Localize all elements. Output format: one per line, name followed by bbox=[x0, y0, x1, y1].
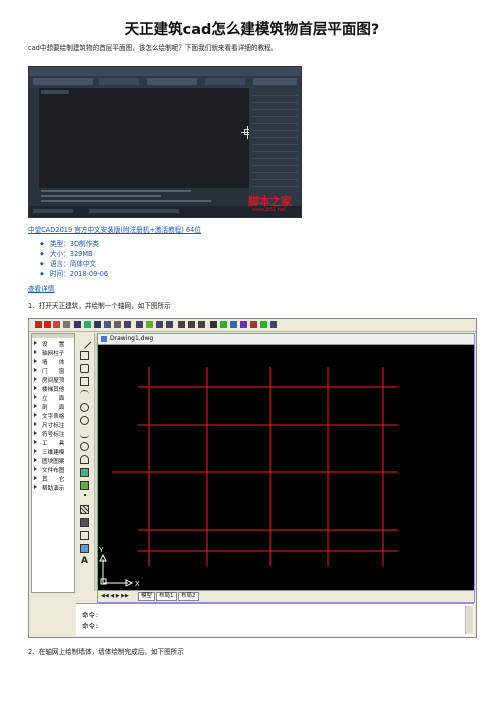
tab-nav-arrows-icon[interactable]: ◀◀ ◀ ▶ ▶▶ bbox=[101, 593, 129, 599]
tab-layout1[interactable]: 布局1 bbox=[156, 592, 177, 601]
layout-tabs: ◀◀ ◀ ▶ ▶▶ 模型 布局1 布局2 bbox=[98, 590, 474, 602]
menu-item-block-pattern[interactable]: 图块图案 bbox=[34, 457, 64, 465]
arc-icon[interactable] bbox=[80, 390, 89, 399]
tianzheng-side-menu: 设 置 轴网柱子 墙 体 门 窗 房间屋顶 楼梯其他 立 面 剖 面 文字表格 … bbox=[31, 333, 75, 593]
drawing-canvas bbox=[39, 88, 254, 188]
menu-item-tools[interactable]: 工 具 bbox=[34, 439, 64, 447]
toolbar bbox=[29, 76, 301, 88]
menu-item-stairs[interactable]: 楼梯其他 bbox=[34, 385, 64, 393]
step-2-text: 2、在轴网上绘制墙体，墙体绘制完成后，如下图所示 bbox=[28, 648, 184, 656]
rectangle-icon[interactable] bbox=[80, 377, 89, 386]
download-link[interactable]: 中望CAD2019 官方中文安装版(附注册机+激活教程) 64位 bbox=[28, 224, 201, 234]
command-history-line: 命令: bbox=[82, 611, 99, 619]
insert-block-icon[interactable] bbox=[80, 468, 89, 477]
multiline-text-icon[interactable]: A bbox=[80, 557, 89, 566]
menu-item-3d-model[interactable]: 三维建模 bbox=[34, 448, 64, 456]
tab-layout2[interactable]: 布局2 bbox=[178, 592, 199, 601]
drawing-file-icon bbox=[101, 336, 107, 342]
menu-item-dimension[interactable]: 尺寸标注 bbox=[34, 421, 64, 429]
table-icon[interactable] bbox=[80, 544, 89, 553]
menu-item-other[interactable]: 其 它 bbox=[34, 475, 64, 483]
menu-item-section[interactable]: 剖 面 bbox=[34, 403, 64, 411]
ellipse-icon[interactable] bbox=[80, 442, 89, 451]
drawing-title: Drawing1.dwg bbox=[110, 335, 154, 342]
polygon-icon[interactable] bbox=[80, 364, 89, 373]
menu-item-elevation[interactable]: 立 面 bbox=[34, 394, 64, 402]
line-icon[interactable] bbox=[77, 335, 92, 349]
watermark-url: www.jb51.net bbox=[252, 207, 287, 213]
download-info-date: 时间：2018-09-06 bbox=[40, 268, 108, 278]
menu-item-room-roof[interactable]: 房间屋顶 bbox=[34, 376, 64, 384]
ucs-y-label: Y bbox=[99, 547, 104, 554]
revcloud-icon[interactable] bbox=[80, 416, 89, 425]
menu-bar bbox=[29, 67, 301, 76]
top-toolbar bbox=[29, 319, 476, 332]
menu-item-settings[interactable]: 设 置 bbox=[34, 340, 64, 348]
left-toolbar bbox=[29, 88, 39, 206]
properties-panel bbox=[249, 88, 301, 206]
menu-item-help[interactable]: 帮助演示 bbox=[34, 484, 64, 492]
ucs-x-label: X bbox=[135, 581, 140, 588]
tab-model[interactable]: 模型 bbox=[138, 592, 156, 601]
details-link[interactable]: 查看详情 bbox=[28, 283, 54, 293]
step-1-text: 1、打开天正建筑，并绘制一个轴网，如下图所示 bbox=[28, 302, 171, 310]
command-scrollbar[interactable] bbox=[465, 606, 473, 634]
ellipse-arc-icon[interactable] bbox=[80, 455, 89, 464]
download-info-type: 类型：3D制作类 bbox=[40, 238, 99, 248]
menu-item-wall[interactable]: 墙 体 bbox=[34, 358, 64, 366]
gradient-icon[interactable] bbox=[80, 518, 89, 527]
article-title: 天正建筑cad怎么建模筑物首层平面图? bbox=[124, 22, 380, 38]
cad-screenshot-2: 设 置 轴网柱子 墙 体 门 窗 房间屋顶 楼梯其他 立 面 剖 面 文字表格 … bbox=[28, 318, 477, 638]
ucs-icon bbox=[99, 553, 134, 587]
axis-grid-canvas: Y X bbox=[99, 367, 398, 588]
make-block-icon[interactable] bbox=[80, 481, 89, 490]
spline-icon[interactable] bbox=[80, 429, 89, 438]
region-icon[interactable] bbox=[80, 531, 89, 540]
point-icon[interactable] bbox=[84, 494, 86, 496]
command-window bbox=[39, 188, 249, 206]
command-prompt-line[interactable]: 命令: bbox=[82, 620, 99, 630]
menu-item-text-table[interactable]: 文字表格 bbox=[34, 412, 64, 420]
hatch-icon[interactable] bbox=[80, 505, 89, 514]
command-line[interactable]: 命令: 命令: bbox=[76, 603, 474, 636]
download-info-size: 大小：329MB bbox=[40, 248, 93, 258]
menu-item-symbol[interactable]: 符号标注 bbox=[34, 430, 64, 438]
menu-item-door-window[interactable]: 门 窗 bbox=[34, 367, 64, 375]
circle-icon[interactable] bbox=[80, 403, 89, 412]
polyline-icon[interactable] bbox=[80, 351, 89, 360]
menu-item-axis-grid[interactable]: 轴网柱子 bbox=[34, 349, 64, 357]
draw-toolbar: A bbox=[76, 333, 95, 591]
download-info-language: 语言：简体中文 bbox=[40, 258, 96, 268]
drawing-titlebar: Drawing1.dwg bbox=[98, 334, 474, 345]
article-intro: cad中想要绘制建筑物的首层平面图，该怎么绘制呢？下面我们就来看看详细的教程。 bbox=[28, 44, 278, 52]
drawing-window: Drawing1.dwg Y X ◀◀ ◀ ▶ ▶▶ 模型 布局1 布局2 bbox=[97, 333, 475, 603]
menu-item-file-layout[interactable]: 文件布图 bbox=[34, 466, 64, 474]
